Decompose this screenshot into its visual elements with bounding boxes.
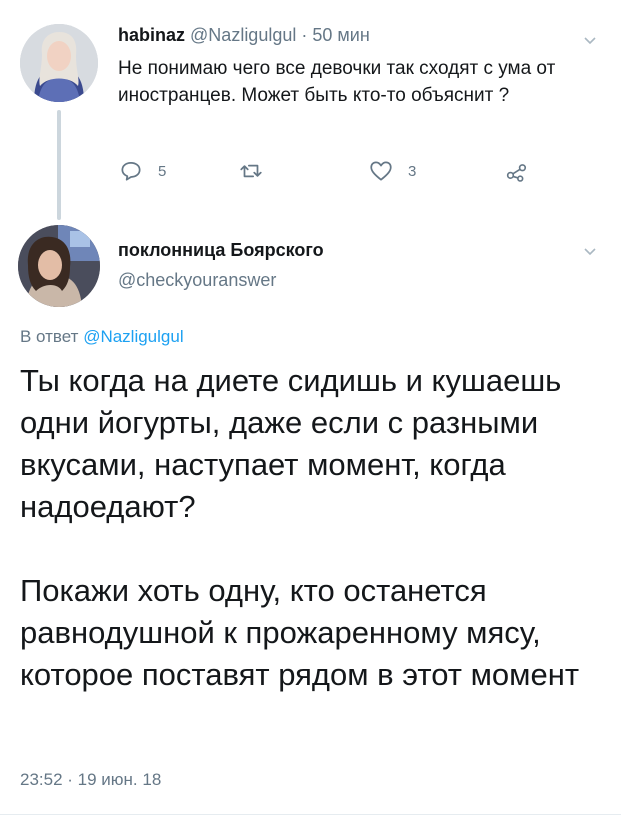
header-separator: · xyxy=(301,25,308,45)
user-handle[interactable]: @checkyouranswer xyxy=(118,270,276,291)
tweet-thread: habinaz @Nazligulgul · 50 мин Не понимаю… xyxy=(0,0,621,817)
like-icon xyxy=(370,161,392,181)
share-button[interactable] xyxy=(504,158,530,184)
tweet-actions: 5 3 xyxy=(118,158,548,188)
tweet-paragraph: Покажи хоть одну, кто останется равнодуш… xyxy=(20,573,580,692)
chevron-down-icon[interactable] xyxy=(584,35,596,47)
avatar-image xyxy=(18,225,100,307)
thread-connector-line xyxy=(57,110,61,220)
reply-count: 5 xyxy=(158,162,167,180)
user-name[interactable]: поклонница Боярского xyxy=(118,240,324,261)
reply-context: В ответ @Nazligulgul xyxy=(20,327,184,347)
tweet-header: habinaz @Nazligulgul · 50 мин xyxy=(118,25,370,46)
reply-prefix: В ответ xyxy=(20,327,79,346)
retweet-icon xyxy=(240,164,262,178)
like-button[interactable]: 3 xyxy=(368,158,416,184)
avatar-image xyxy=(20,24,98,102)
user-handle[interactable]: @Nazligulgul xyxy=(190,25,296,45)
tweet-timestamp[interactable]: 23:52 · 19 июн. 18 xyxy=(20,770,161,790)
avatar-checkyouranswer[interactable] xyxy=(18,225,100,307)
tweet-time[interactable]: 50 мин xyxy=(312,25,369,45)
share-icon xyxy=(506,164,527,182)
tweet-text: Не понимаю чего все девочки так сходят с… xyxy=(118,58,556,106)
tweet-paragraph: Ты когда на диете сидишь и кушаешь одни … xyxy=(20,363,562,524)
chevron-down-icon[interactable] xyxy=(584,246,596,258)
reply-button[interactable]: 5 xyxy=(118,158,166,184)
tweet-text: Ты когда на диете сидишь и кушаешь одни … xyxy=(20,360,600,696)
retweet-button[interactable] xyxy=(238,158,278,184)
like-count: 3 xyxy=(408,162,417,180)
user-name[interactable]: habinaz xyxy=(118,25,185,45)
reply-mention-link[interactable]: @Nazligulgul xyxy=(83,327,183,346)
divider xyxy=(0,814,621,815)
reply-icon xyxy=(121,162,141,181)
avatar-habinaz[interactable] xyxy=(20,24,98,102)
